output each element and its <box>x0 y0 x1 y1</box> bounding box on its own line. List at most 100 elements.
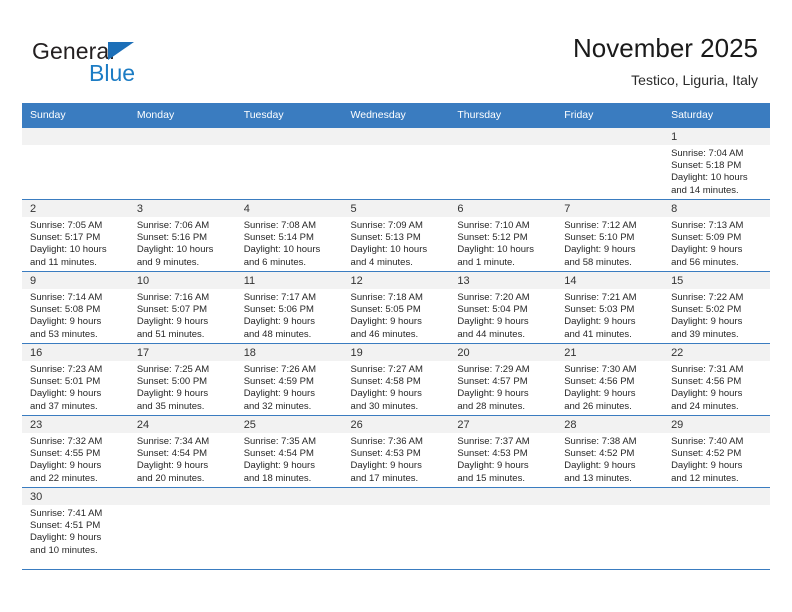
calendar-cell-empty <box>449 127 557 200</box>
daylight-text-line2: and 17 minutes. <box>350 472 419 484</box>
calendar-day-cell[interactable]: 19 Sunrise: 7:27 AM Sunset: 4:58 PM Dayligh… <box>342 343 450 416</box>
calendar-day-cell[interactable]: 24 Sunrise: 7:34 AM Sunset: 4:54 PM Dayligh… <box>128 415 236 488</box>
calendar-day-cell[interactable]: 23 Sunrise: 7:32 AM Sunset: 4:55 PM Dayligh… <box>22 415 129 488</box>
calendar-day-cell[interactable]: 14 Sunrise: 7:21 AM Sunset: 5:03 PM Dayligh… <box>556 271 664 344</box>
calendar-cell-empty <box>663 487 770 570</box>
sunrise-text: Sunrise: 7:18 AM <box>350 292 423 303</box>
day-cell-inner <box>128 128 236 199</box>
general-blue-logo[interactable]: General Blue <box>32 38 262 94</box>
sunrise-text: Sunrise: 7:05 AM <box>30 220 103 231</box>
day-details: Sunrise: 7:40 AM Sunset: 4:52 PM Daylight:… <box>663 433 770 485</box>
page-title: November 2025 <box>573 33 758 63</box>
sunset-text: Sunset: 4:53 PM <box>457 448 528 460</box>
daylight-text-line1: Daylight: 9 hours <box>564 244 636 256</box>
day-number: 30 <box>22 488 129 505</box>
day-details: Sunrise: 7:14 AM Sunset: 5:08 PM Daylight:… <box>22 289 129 341</box>
calendar-day-cell[interactable]: 16 Sunrise: 7:23 AM Sunset: 5:01 PM Dayligh… <box>22 343 129 416</box>
daylight-text-line2: and 4 minutes. <box>350 256 413 268</box>
calendar-day-cell[interactable]: 8 Sunrise: 7:13 AM Sunset: 5:09 PM Daylight… <box>663 199 770 272</box>
weekday-header-tuesday: Tuesday <box>235 103 343 128</box>
day-cell-inner: 8 Sunrise: 7:13 AM Sunset: 5:09 PM Daylight… <box>663 200 770 271</box>
weekday-header-friday: Friday <box>556 103 664 128</box>
sunset-text: Sunset: 4:55 PM <box>30 448 101 460</box>
calendar-cell-empty <box>342 127 450 200</box>
calendar-day-cell[interactable]: 15 Sunrise: 7:22 AM Sunset: 5:02 PM Dayligh… <box>663 271 770 344</box>
sunrise-text: Sunrise: 7:38 AM <box>564 436 637 447</box>
sunrise-text: Sunrise: 7:37 AM <box>457 436 530 447</box>
sunset-text: Sunset: 4:57 PM <box>457 376 528 388</box>
sunrise-text: Sunrise: 7:40 AM <box>671 436 744 447</box>
calendar-day-cell[interactable]: 25 Sunrise: 7:35 AM Sunset: 4:54 PM Dayligh… <box>235 415 343 488</box>
daylight-text-line1: Daylight: 9 hours <box>30 388 102 400</box>
day-number <box>235 128 343 145</box>
sunset-text: Sunset: 4:52 PM <box>671 448 742 460</box>
daylight-text-line2: and 41 minutes. <box>564 328 632 340</box>
sunset-text: Sunset: 4:56 PM <box>671 376 742 388</box>
day-number: 1 <box>663 128 770 145</box>
day-cell-inner: 13 Sunrise: 7:20 AM Sunset: 5:04 PM Dayligh… <box>449 272 557 343</box>
calendar-cell-empty <box>342 487 450 570</box>
sunrise-text: Sunrise: 7:08 AM <box>243 220 317 231</box>
calendar-cell-empty <box>235 487 343 570</box>
calendar-day-cell[interactable]: 5 Sunrise: 7:09 AM Sunset: 5:13 PM Daylight… <box>342 199 450 272</box>
day-details: Sunrise: 7:09 AM Sunset: 5:13 PM Daylight:… <box>343 217 450 269</box>
calendar-day-cell[interactable]: 3 Sunrise: 7:06 AM Sunset: 5:16 PM Daylight… <box>128 199 236 272</box>
calendar-day-cell[interactable]: 9 Sunrise: 7:14 AM Sunset: 5:08 PM Daylight… <box>22 271 129 344</box>
calendar-day-cell[interactable]: 4 Sunrise: 7:08 AM Sunset: 5:14 PM Daylight… <box>235 199 343 272</box>
day-details: Sunrise: 7:20 AM Sunset: 5:04 PM Daylight:… <box>449 289 556 341</box>
day-number <box>449 488 557 505</box>
calendar-day-cell[interactable]: 22 Sunrise: 7:31 AM Sunset: 4:56 PM Dayligh… <box>663 343 770 416</box>
calendar-cell-empty <box>128 127 236 200</box>
day-number: 12 <box>342 272 450 289</box>
daylight-text-line2: and 32 minutes. <box>243 400 312 412</box>
day-number: 20 <box>449 344 557 361</box>
day-number: 25 <box>235 416 343 433</box>
day-details: Sunrise: 7:29 AM Sunset: 4:57 PM Daylight:… <box>449 361 556 413</box>
calendar-day-cell[interactable]: 10 Sunrise: 7:16 AM Sunset: 5:07 PM Dayligh… <box>128 271 236 344</box>
day-cell-inner: 7 Sunrise: 7:12 AM Sunset: 5:10 PM Daylight… <box>556 200 664 271</box>
calendar-week-row: 9 Sunrise: 7:14 AM Sunset: 5:08 PM Daylight… <box>22 271 770 344</box>
daylight-text-line2: and 46 minutes. <box>350 328 419 340</box>
day-number <box>556 488 664 505</box>
day-cell-inner: 24 Sunrise: 7:34 AM Sunset: 4:54 PM Dayligh… <box>128 416 236 487</box>
day-cell-inner <box>22 128 129 199</box>
day-cell-inner: 25 Sunrise: 7:35 AM Sunset: 4:54 PM Dayligh… <box>235 416 343 487</box>
calendar-day-cell[interactable]: 30 Sunrise: 7:41 AM Sunset: 4:51 PM Dayligh… <box>22 487 129 570</box>
weekday-header-wednesday: Wednesday <box>342 103 450 128</box>
calendar-day-cell[interactable]: 13 Sunrise: 7:20 AM Sunset: 5:04 PM Dayligh… <box>449 271 557 344</box>
sunset-text: Sunset: 4:51 PM <box>30 520 101 532</box>
calendar-day-cell[interactable]: 17 Sunrise: 7:25 AM Sunset: 5:00 PM Dayligh… <box>128 343 236 416</box>
sunrise-text: Sunrise: 7:06 AM <box>136 220 210 231</box>
daylight-text-line1: Daylight: 9 hours <box>564 316 636 328</box>
calendar-day-cell[interactable]: 6 Sunrise: 7:10 AM Sunset: 5:12 PM Daylight… <box>449 199 557 272</box>
calendar-day-cell[interactable]: 26 Sunrise: 7:36 AM Sunset: 4:53 PM Dayligh… <box>342 415 450 488</box>
daylight-text-line2: and 9 minutes. <box>136 256 200 268</box>
calendar-day-cell[interactable]: 29 Sunrise: 7:40 AM Sunset: 4:52 PM Dayligh… <box>663 415 770 488</box>
calendar-day-cell[interactable]: 18 Sunrise: 7:26 AM Sunset: 4:59 PM Dayligh… <box>235 343 343 416</box>
day-number: 5 <box>342 200 450 217</box>
calendar-day-cell[interactable]: 28 Sunrise: 7:38 AM Sunset: 4:52 PM Dayligh… <box>556 415 664 488</box>
sunrise-text: Sunrise: 7:12 AM <box>564 220 637 231</box>
daylight-text-line2: and 13 minutes. <box>564 472 632 484</box>
calendar-day-cell[interactable]: 1 Sunrise: 7:04 AM Sunset: 5:18 PM Daylight… <box>663 127 770 200</box>
calendar-day-cell[interactable]: 20 Sunrise: 7:29 AM Sunset: 4:57 PM Dayligh… <box>449 343 557 416</box>
day-number: 13 <box>449 272 557 289</box>
daylight-text-line2: and 6 minutes. <box>243 256 307 268</box>
calendar-day-cell[interactable]: 2 Sunrise: 7:05 AM Sunset: 5:17 PM Daylight… <box>22 199 129 272</box>
day-details: Sunrise: 7:35 AM Sunset: 4:54 PM Daylight:… <box>236 433 343 485</box>
weekday-header-saturday: Saturday <box>663 103 770 128</box>
day-number: 18 <box>235 344 343 361</box>
daylight-text-line1: Daylight: 9 hours <box>671 460 743 472</box>
day-number <box>556 128 664 145</box>
calendar-day-cell[interactable]: 21 Sunrise: 7:30 AM Sunset: 4:56 PM Dayligh… <box>556 343 664 416</box>
calendar-day-cell[interactable]: 11 Sunrise: 7:17 AM Sunset: 5:06 PM Dayligh… <box>235 271 343 344</box>
day-cell-inner <box>235 128 343 199</box>
daylight-text-line1: Daylight: 9 hours <box>457 460 529 472</box>
calendar-day-cell[interactable]: 7 Sunrise: 7:12 AM Sunset: 5:10 PM Daylight… <box>556 199 664 272</box>
calendar-day-cell[interactable]: 27 Sunrise: 7:37 AM Sunset: 4:53 PM Dayligh… <box>449 415 557 488</box>
day-number: 3 <box>128 200 236 217</box>
day-details: Sunrise: 7:30 AM Sunset: 4:56 PM Daylight:… <box>556 361 663 413</box>
day-cell-inner: 11 Sunrise: 7:17 AM Sunset: 5:06 PM Dayligh… <box>235 272 343 343</box>
calendar-day-cell[interactable]: 12 Sunrise: 7:18 AM Sunset: 5:05 PM Dayligh… <box>342 271 450 344</box>
sunrise-text: Sunrise: 7:34 AM <box>136 436 210 447</box>
